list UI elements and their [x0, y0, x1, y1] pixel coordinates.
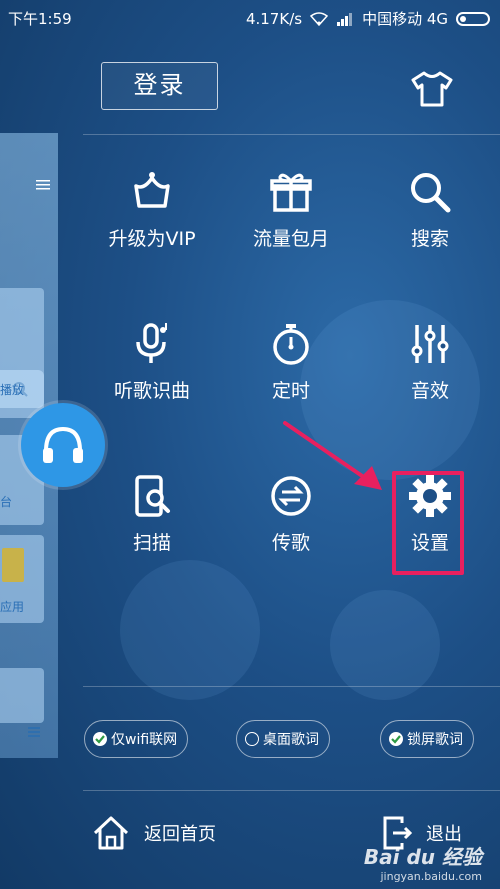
highlight-box — [392, 471, 464, 575]
menu-item-label: 传歌 — [271, 532, 310, 554]
carrier-label: 中国移动 4G — [362, 10, 448, 28]
menu-item-song-recognition[interactable]: 听歌识曲 — [87, 322, 217, 442]
toggle-lockscreen-lyrics[interactable]: 锁屏歌词 — [380, 720, 474, 758]
background-card — [0, 668, 44, 723]
header-divider — [83, 134, 500, 135]
status-time: 下午1:59 — [8, 10, 72, 28]
annotation-arrow — [283, 421, 382, 490]
watermark-url: jingyan.baidu.com — [380, 870, 482, 883]
menu-item-label: 音效 — [410, 380, 449, 402]
menu-item-label: 扫描 — [132, 532, 171, 554]
check-icon — [389, 732, 403, 746]
background-label: 播放 — [0, 383, 25, 397]
watermark-brand: Bai du 经验 — [363, 845, 482, 869]
check-icon — [93, 732, 107, 746]
tshirt-icon[interactable] — [410, 70, 454, 108]
stopwatch-icon — [273, 324, 309, 365]
menu-item-scan[interactable]: 扫描 — [87, 474, 217, 594]
background-card — [0, 288, 44, 418]
menu-item-label: 流量包月 — [252, 228, 329, 250]
crown-icon — [134, 172, 170, 208]
login-button[interactable]: 登录 — [101, 62, 218, 110]
home-label: 返回首页 — [144, 824, 216, 845]
menu-item-label: 搜索 — [410, 228, 449, 250]
network-speed: 4.17K/s — [245, 9, 303, 28]
gift-icon — [270, 173, 312, 212]
menu-item-label: 听歌识曲 — [113, 380, 190, 402]
battery-icon — [456, 11, 490, 26]
app-thumbnail — [2, 548, 24, 582]
footer-divider — [83, 790, 500, 791]
menu-item-label: 升级为VIP — [108, 228, 196, 250]
home-icon — [93, 816, 129, 850]
watermark: Bai du 经验 jingyan.baidu.com — [364, 841, 482, 883]
menu-lines-icon — [36, 180, 50, 190]
headphone-icon — [43, 426, 83, 463]
background-label: 应用 — [0, 600, 25, 614]
toggle-label: 仅wifi联网 — [111, 732, 178, 748]
equalizer-icon — [411, 325, 449, 363]
toggle-wifi-only[interactable]: 仅wifi联网 — [84, 720, 189, 758]
phone-scan-icon — [135, 475, 170, 517]
menu-item-label: 定时 — [271, 380, 310, 402]
background-label: 台 — [0, 495, 13, 509]
bokeh-light — [330, 590, 440, 700]
list-icon — [28, 727, 40, 737]
home-button[interactable]: 返回首页 — [92, 815, 216, 851]
search-icon — [411, 173, 451, 213]
microphone-icon — [136, 323, 167, 363]
unchecked-circle-icon — [245, 732, 259, 746]
options-divider — [83, 686, 500, 687]
menu-item-vip[interactable]: 升级为VIP — [87, 170, 217, 290]
menu-item-search[interactable]: 搜索 — [365, 170, 495, 290]
status-bar: 下午1:59 4.17K/s 中国移动 4G — [0, 0, 500, 34]
signal-icon — [337, 12, 353, 26]
toggle-label: 桌面歌词 — [263, 732, 319, 748]
toggle-desktop-lyrics[interactable]: 桌面歌词 — [236, 720, 330, 758]
wifi-icon — [310, 11, 329, 26]
menu-item-data-plan[interactable]: 流量包月 — [226, 170, 356, 290]
toggle-label: 锁屏歌词 — [407, 732, 463, 748]
